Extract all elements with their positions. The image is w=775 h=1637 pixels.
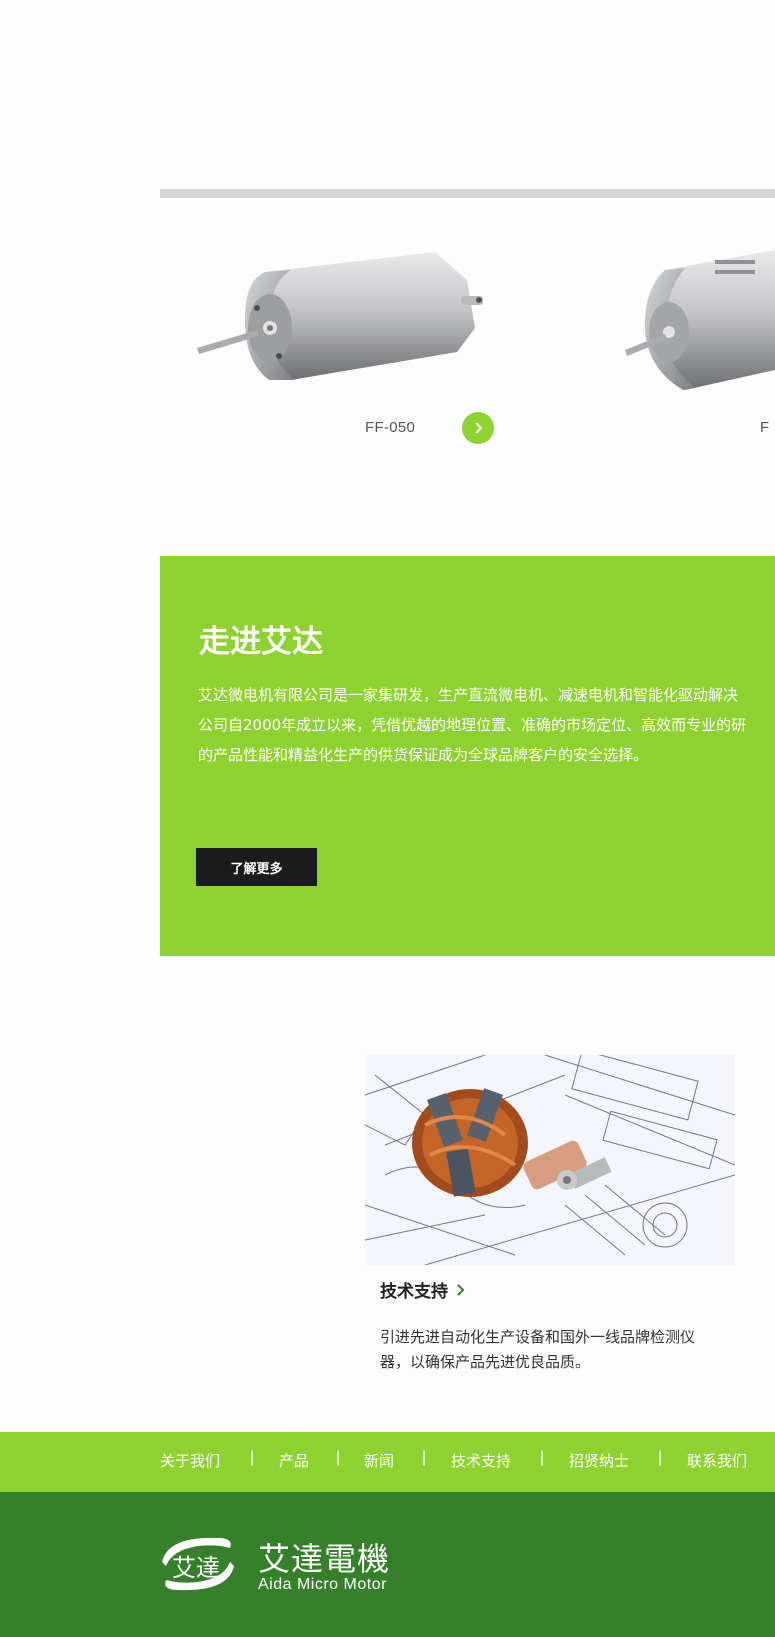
nav-separator: | — [540, 1449, 545, 1466]
brand-name-cn: 艾達電機 — [258, 1540, 391, 1578]
product-label: F — [760, 419, 770, 436]
svg-text:艾達: 艾達 — [172, 1554, 220, 1582]
nav-separator: | — [336, 1449, 341, 1466]
about-section: 走进艾达 艾达微电机有限公司是一家集研发，生产直流微电机、减速电机和智能化驱动解… — [160, 556, 775, 956]
chevron-right-icon — [457, 1283, 465, 1296]
footer-link-careers[interactable]: 招贤纳士 — [569, 1450, 629, 1471]
nav-separator: | — [658, 1449, 663, 1466]
page: FF-050 F 走进艾达 艾达微电机有限公司是一家集研发，生产直流微电机、减速… — [0, 0, 775, 1637]
about-title: 走进艾达 — [199, 624, 323, 660]
company-logo[interactable]: 艾達 — [158, 1532, 238, 1596]
footer-nav: 关于我们 | 产品 | 新闻 | 技术支持 | 招贤纳士 | 联系我们 — [0, 1432, 775, 1492]
nav-separator: | — [422, 1449, 427, 1466]
tech-support-description: 引进先进自动化生产设备和国外一线品牌检测仪器，以确保产品先进优良品质。 — [380, 1328, 696, 1371]
chevron-right-icon — [475, 422, 483, 434]
tech-support-title[interactable]: 技术支持 — [380, 1277, 466, 1302]
about-line: 艾达微电机有限公司是一家集研发，生产直流微电机、减速电机和智能化驱动解决 — [198, 686, 739, 704]
motor-image — [197, 252, 483, 380]
footer-link-products[interactable]: 产品 — [279, 1450, 309, 1471]
learn-more-button[interactable]: 了解更多 — [196, 848, 317, 886]
tech-support-title-text: 技术支持 — [380, 1282, 448, 1302]
footer-link-contact[interactable]: 联系我们 — [687, 1450, 747, 1471]
footer-brand: 艾達 艾達電機 Aida Micro Motor — [0, 1492, 775, 1637]
about-line: 的产品性能和精益化生产的供货保证成为全球品牌客户的安全选择。 — [198, 746, 649, 764]
product-arrow-button[interactable] — [462, 412, 494, 444]
footer-link-about[interactable]: 关于我们 — [160, 1450, 220, 1471]
rotor-image — [365, 1055, 735, 1265]
footer-link-tech-support[interactable]: 技术支持 — [451, 1450, 511, 1471]
about-line: 公司自2000年成立以来，凭借优越的地理位置、准确的市场定位、高效而专业的研 — [198, 716, 747, 734]
about-description: 艾达微电机有限公司是一家集研发，生产直流微电机、减速电机和智能化驱动解决 公司自… — [198, 680, 775, 770]
carousel-scrollbar[interactable] — [160, 189, 775, 198]
footer-link-news[interactable]: 新闻 — [364, 1450, 394, 1471]
brand-name-en: Aida Micro Motor — [258, 1576, 387, 1593]
nav-separator: | — [250, 1449, 255, 1466]
motor-image — [625, 250, 775, 390]
product-label: FF-050 — [365, 419, 416, 436]
